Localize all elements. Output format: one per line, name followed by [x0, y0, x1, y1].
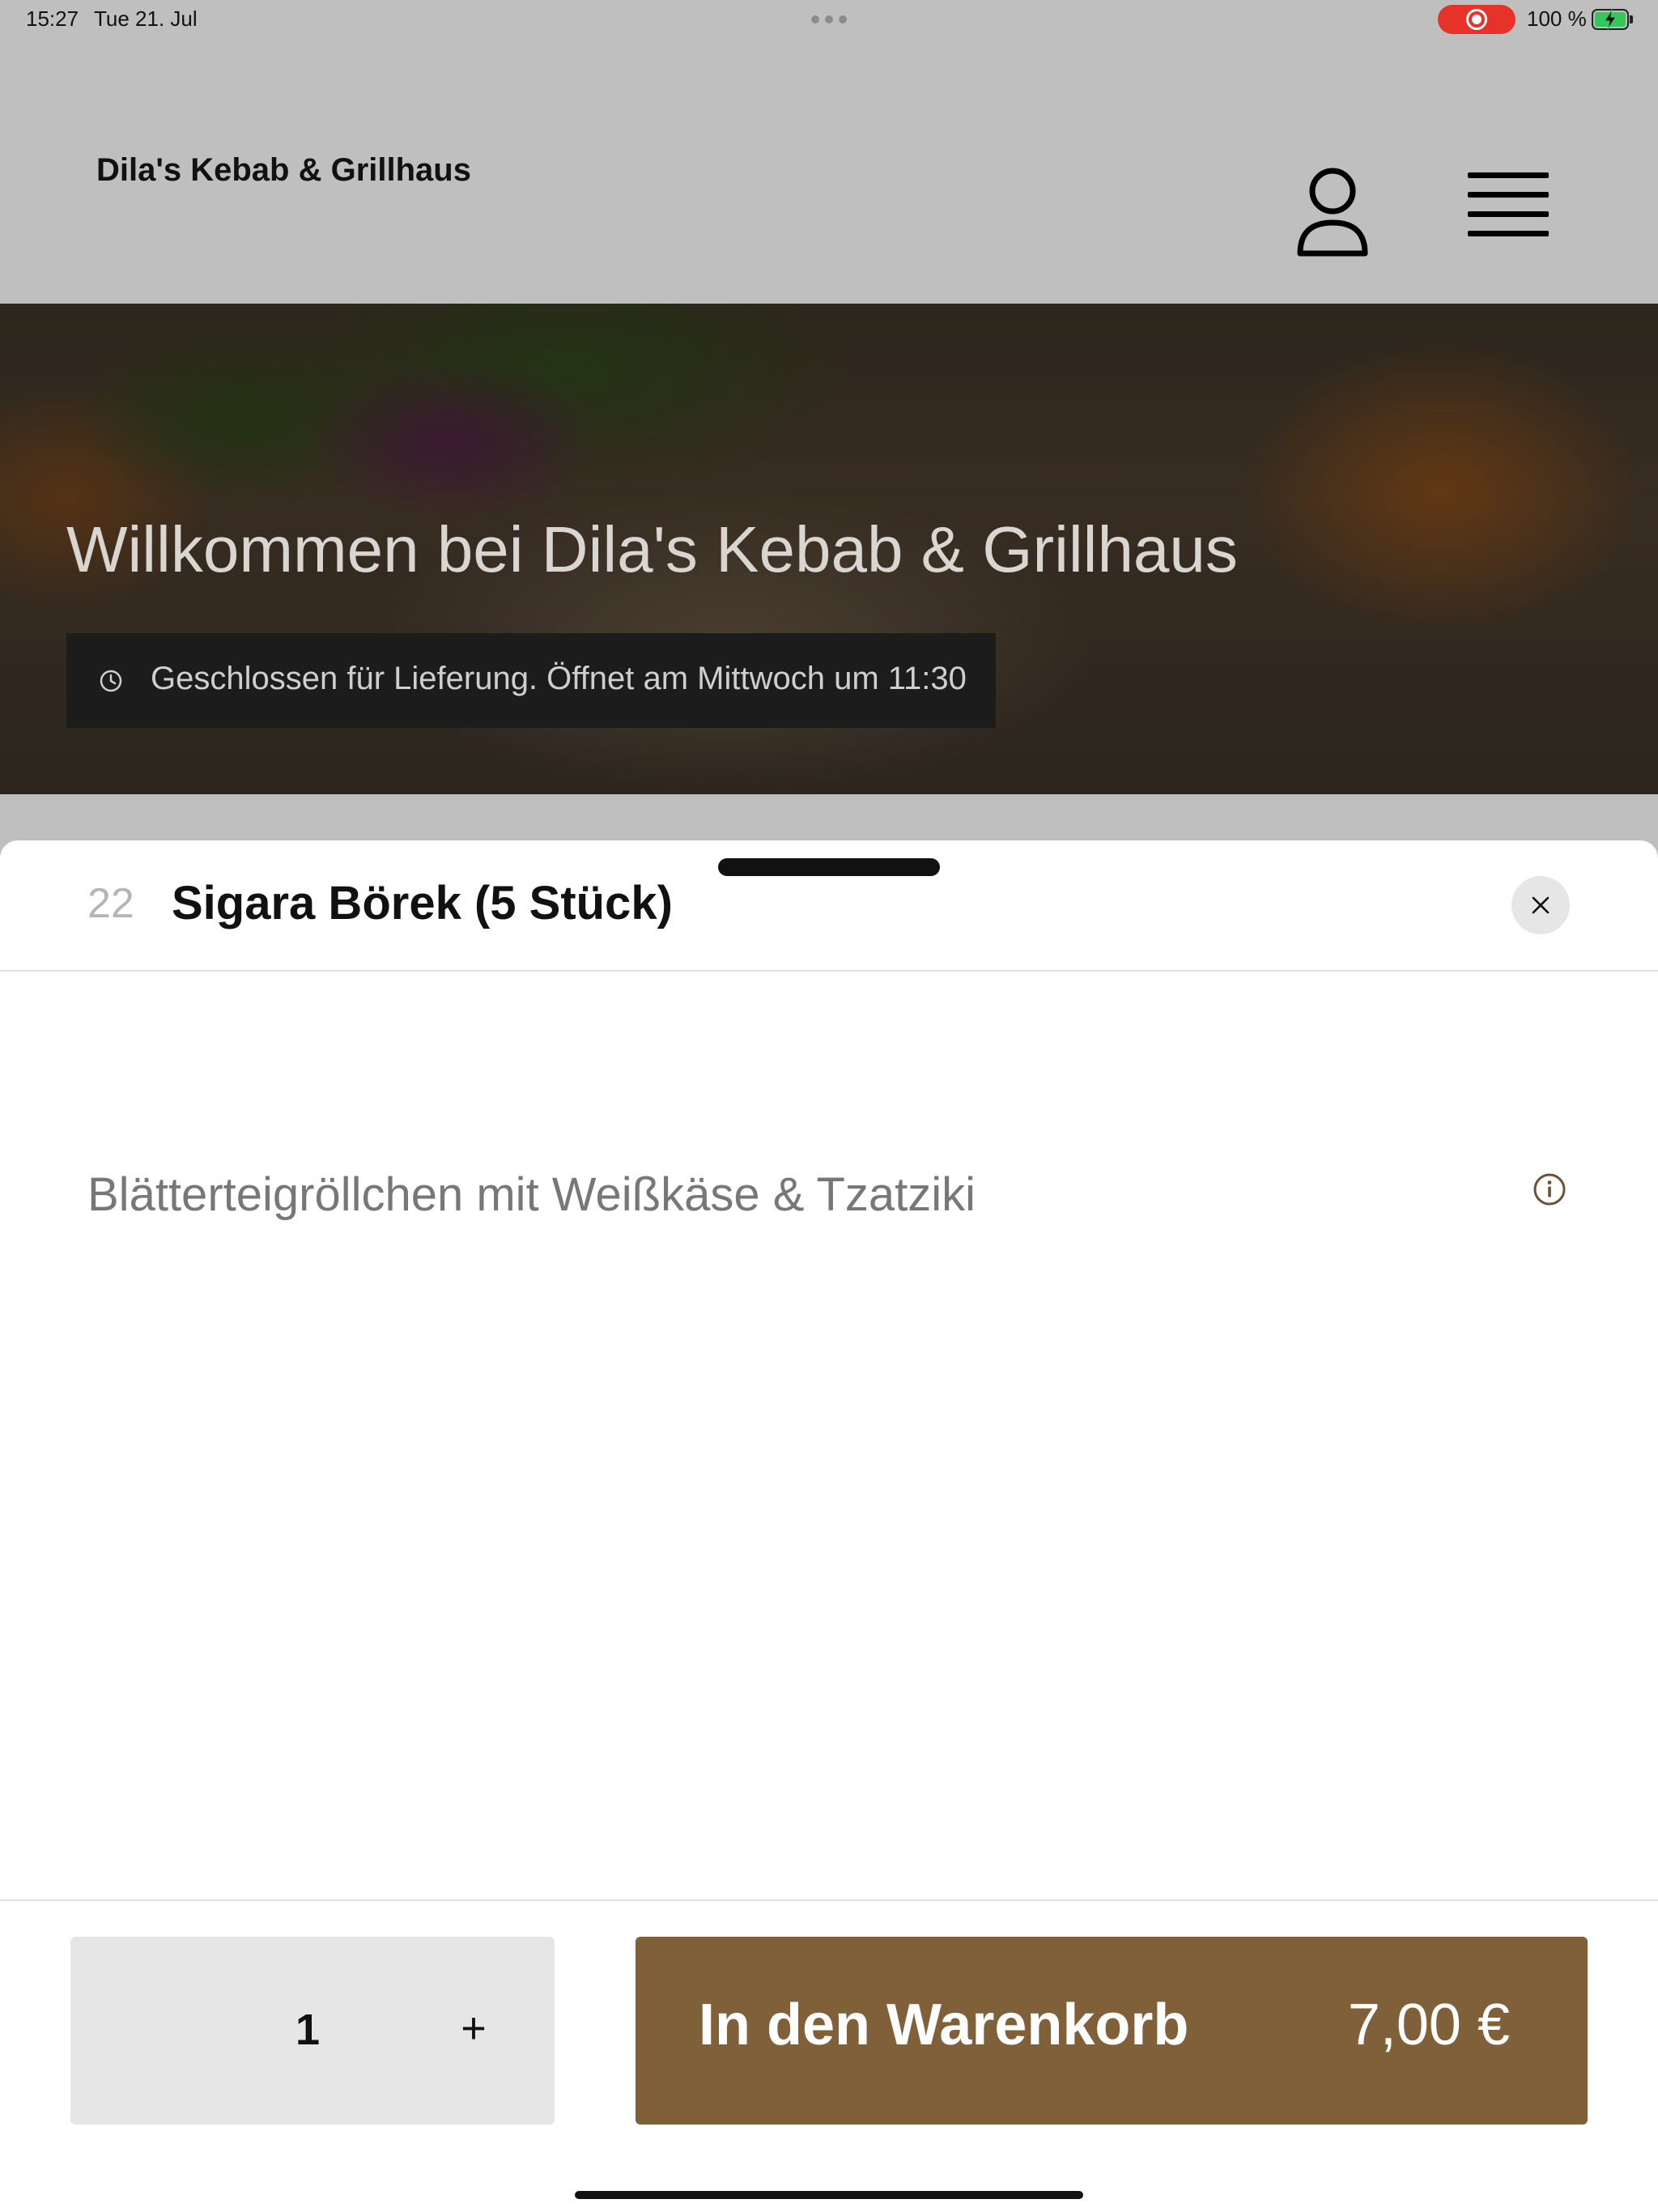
item-title: Sigara Börek (5 Stück) [172, 877, 673, 929]
account-button[interactable] [1292, 164, 1373, 262]
add-to-cart-button[interactable]: In den Warenkorb 7,00 € [636, 1937, 1588, 2125]
item-price: 7,00 € [1347, 1993, 1510, 2057]
divider [0, 970, 1658, 972]
increment-button[interactable]: + [449, 2000, 498, 2057]
status-time: 15:27 [26, 6, 79, 31]
add-to-cart-label: In den Warenkorb [699, 1993, 1189, 2057]
home-indicator[interactable] [575, 2191, 1083, 2199]
quantity-stepper: 1 + [70, 1937, 555, 2125]
opening-status-text: Geschlossen für Lieferung. Öffnet am Mit… [151, 661, 967, 696]
screen: 15:27 Tue 21. Jul 100 % Dila's Kebab & G… [0, 0, 1658, 2212]
hamburger-menu-icon[interactable] [1464, 172, 1553, 247]
quantity-value: 1 [295, 2006, 321, 2054]
charging-bolt-icon [1603, 9, 1618, 30]
status-date: Tue 21. Jul [94, 6, 198, 31]
product-detail-sheet: 22 Sigara Börek (5 Stück) Blätterteigröl… [0, 840, 1658, 2212]
close-button[interactable] [1511, 876, 1570, 934]
user-icon [1297, 168, 1368, 257]
clock-icon [100, 670, 122, 692]
item-description: Blätterteigröllchen mit Weißkäse & Tzatz… [87, 1168, 976, 1221]
status-bar: 15:27 Tue 21. Jul 100 % [0, 0, 1658, 39]
divider [0, 1899, 1658, 1901]
info-button[interactable] [1533, 1172, 1567, 1206]
multitasking-dots-icon[interactable] [811, 15, 847, 23]
battery-percentage: 100 % [1527, 6, 1587, 31]
site-header: Dila's Kebab & Grillhaus [0, 39, 1658, 304]
info-icon [1533, 1173, 1566, 1206]
close-icon [1532, 896, 1550, 914]
item-number: 22 [87, 880, 134, 927]
battery-icon [1592, 9, 1629, 30]
site-title[interactable]: Dila's Kebab & Grillhaus [96, 152, 471, 189]
hero-banner: Willkommen bei Dila's Kebab & Grillhaus … [0, 304, 1658, 794]
sheet-grabber[interactable] [718, 858, 940, 876]
hero-title: Willkommen bei Dila's Kebab & Grillhaus [66, 513, 1238, 585]
screen-recording-indicator[interactable] [1438, 5, 1516, 34]
opening-status-banner: Geschlossen für Lieferung. Öffnet am Mit… [66, 633, 996, 728]
